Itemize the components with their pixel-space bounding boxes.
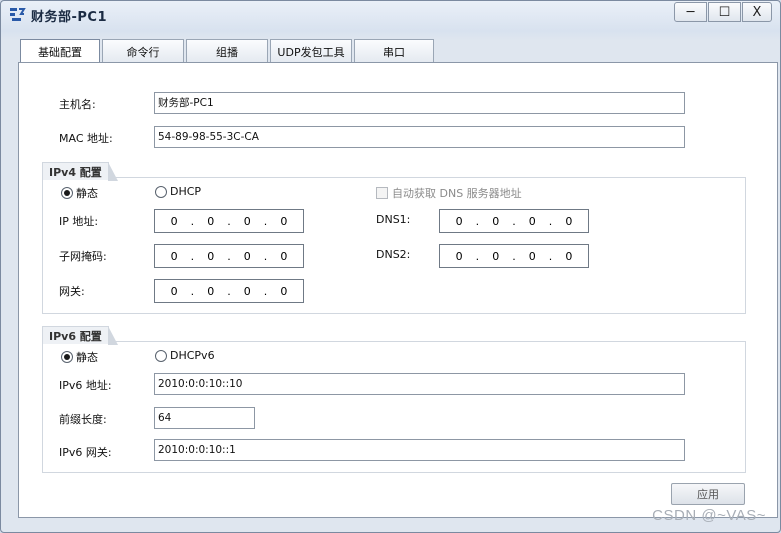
ipv4-dhcp-radio[interactable]: DHCP [155, 185, 201, 198]
close-button[interactable]: X [742, 2, 772, 22]
config-panel: 主机名: 财务部-PC1 MAC 地址: 54-89-98-55-3C-CA I… [18, 62, 778, 518]
gateway-input[interactable]: 0. 0. 0. 0 [154, 279, 304, 303]
tab-bar: 基础配置 命令行 组播 UDP发包工具 串口 [20, 39, 436, 64]
hostname-input[interactable]: 财务部-PC1 [154, 92, 685, 114]
ipv6-address-label: IPv6 地址: [59, 379, 112, 392]
ip-octet: 0 [492, 214, 500, 228]
dot: . [227, 284, 231, 298]
checkbox-icon [376, 187, 388, 199]
ip-octet: 0 [280, 284, 288, 298]
ip-octet: 0 [243, 284, 251, 298]
ipv6-dhcpv6-label: DHCPv6 [170, 349, 215, 362]
ip-octet: 0 [207, 284, 215, 298]
dot: . [263, 284, 268, 298]
dot: . [190, 214, 195, 228]
dns2-input[interactable]: 0. 0. 0. 0 [439, 244, 589, 268]
prefix-length-label: 前缀长度: [59, 413, 107, 426]
ipv6-group-title: IPv6 配置 [42, 326, 118, 345]
ip-octet: 0 [243, 214, 251, 228]
dot: . [475, 249, 480, 263]
ipv4-static-label: 静态 [76, 187, 98, 200]
app-window: 财务部-PC1 ─ ☐ X 基础配置 命令行 组播 UDP发包工具 串口 主机名… [0, 0, 781, 533]
dot: . [190, 284, 195, 298]
tab-command-line[interactable]: 命令行 [102, 39, 184, 63]
radio-selected-icon [61, 187, 73, 199]
apply-button[interactable]: 应用 [671, 483, 745, 505]
ipv4-dhcp-label: DHCP [170, 185, 202, 198]
dot: . [263, 249, 268, 263]
ipv6-static-label: 静态 [76, 351, 98, 364]
auto-dns-label: 自动获取 DNS 服务器地址 [392, 187, 522, 200]
ip-octet: 0 [280, 249, 288, 263]
ip-octet: 0 [170, 284, 178, 298]
tab-serial[interactable]: 串口 [354, 39, 434, 63]
dns2-label: DNS2: [376, 248, 411, 261]
dot: . [548, 249, 553, 263]
ipv6-static-radio[interactable]: 静态 [61, 349, 98, 365]
mac-label: MAC 地址: [59, 132, 113, 145]
ipv6-gateway-input[interactable]: 2010:0:0:10::1 [154, 439, 685, 461]
dot: . [548, 214, 553, 228]
tab-udp-tool[interactable]: UDP发包工具 [270, 39, 352, 63]
radio-selected-icon [61, 351, 73, 363]
ip-octet: 0 [207, 214, 215, 228]
dns1-label: DNS1: [376, 213, 411, 226]
minimize-button[interactable]: ─ [674, 2, 707, 22]
dot: . [512, 214, 516, 228]
ip-octet: 0 [492, 249, 500, 263]
ipv4-static-radio[interactable]: 静态 [61, 185, 98, 201]
ip-octet: 0 [455, 249, 463, 263]
ip-octet: 0 [565, 214, 573, 228]
ip-octet: 0 [207, 249, 215, 263]
gateway-label: 网关: [59, 285, 85, 298]
dns1-input[interactable]: 0. 0. 0. 0 [439, 209, 589, 233]
maximize-button[interactable]: ☐ [708, 2, 741, 22]
ip-octet: 0 [528, 214, 536, 228]
dot: . [512, 249, 516, 263]
mac-input[interactable]: 54-89-98-55-3C-CA [154, 126, 685, 148]
hostname-label: 主机名: [59, 98, 96, 111]
tab-multicast[interactable]: 组播 [186, 39, 268, 63]
ip-octet: 0 [455, 214, 463, 228]
dot: . [475, 214, 480, 228]
title-bar[interactable]: 财务部-PC1 ─ ☐ X [1, 1, 780, 27]
ip-octet: 0 [280, 214, 288, 228]
dot: . [227, 249, 231, 263]
window-title: 财务部-PC1 [31, 10, 108, 25]
watermark: CSDN @~VAS~ [652, 507, 766, 524]
tab-basic-config[interactable]: 基础配置 [20, 39, 100, 64]
app-icon [10, 8, 26, 21]
subnet-mask-input[interactable]: 0. 0. 0. 0 [154, 244, 304, 268]
auto-dns-checkbox[interactable]: 自动获取 DNS 服务器地址 [376, 185, 522, 201]
ip-address-input[interactable]: 0. 0. 0. 0 [154, 209, 304, 233]
ip-octet: 0 [170, 214, 178, 228]
ipv6-address-input[interactable]: 2010:0:0:10::10 [154, 373, 685, 395]
prefix-length-input[interactable]: 64 [154, 407, 255, 429]
ip-octet: 0 [170, 249, 178, 263]
ip-address-label: IP 地址: [59, 215, 99, 228]
ip-octet: 0 [243, 249, 251, 263]
dot: . [263, 214, 268, 228]
ipv6-dhcpv6-radio[interactable]: DHCPv6 [155, 349, 215, 362]
radio-icon [155, 185, 167, 198]
radio-icon [155, 349, 167, 362]
dot: . [227, 214, 231, 228]
ip-octet: 0 [528, 249, 536, 263]
subnet-mask-label: 子网掩码: [59, 250, 107, 263]
ip-octet: 0 [565, 249, 573, 263]
ipv6-gateway-label: IPv6 网关: [59, 446, 112, 459]
ipv4-group-title: IPv4 配置 [42, 162, 118, 181]
dot: . [190, 249, 195, 263]
